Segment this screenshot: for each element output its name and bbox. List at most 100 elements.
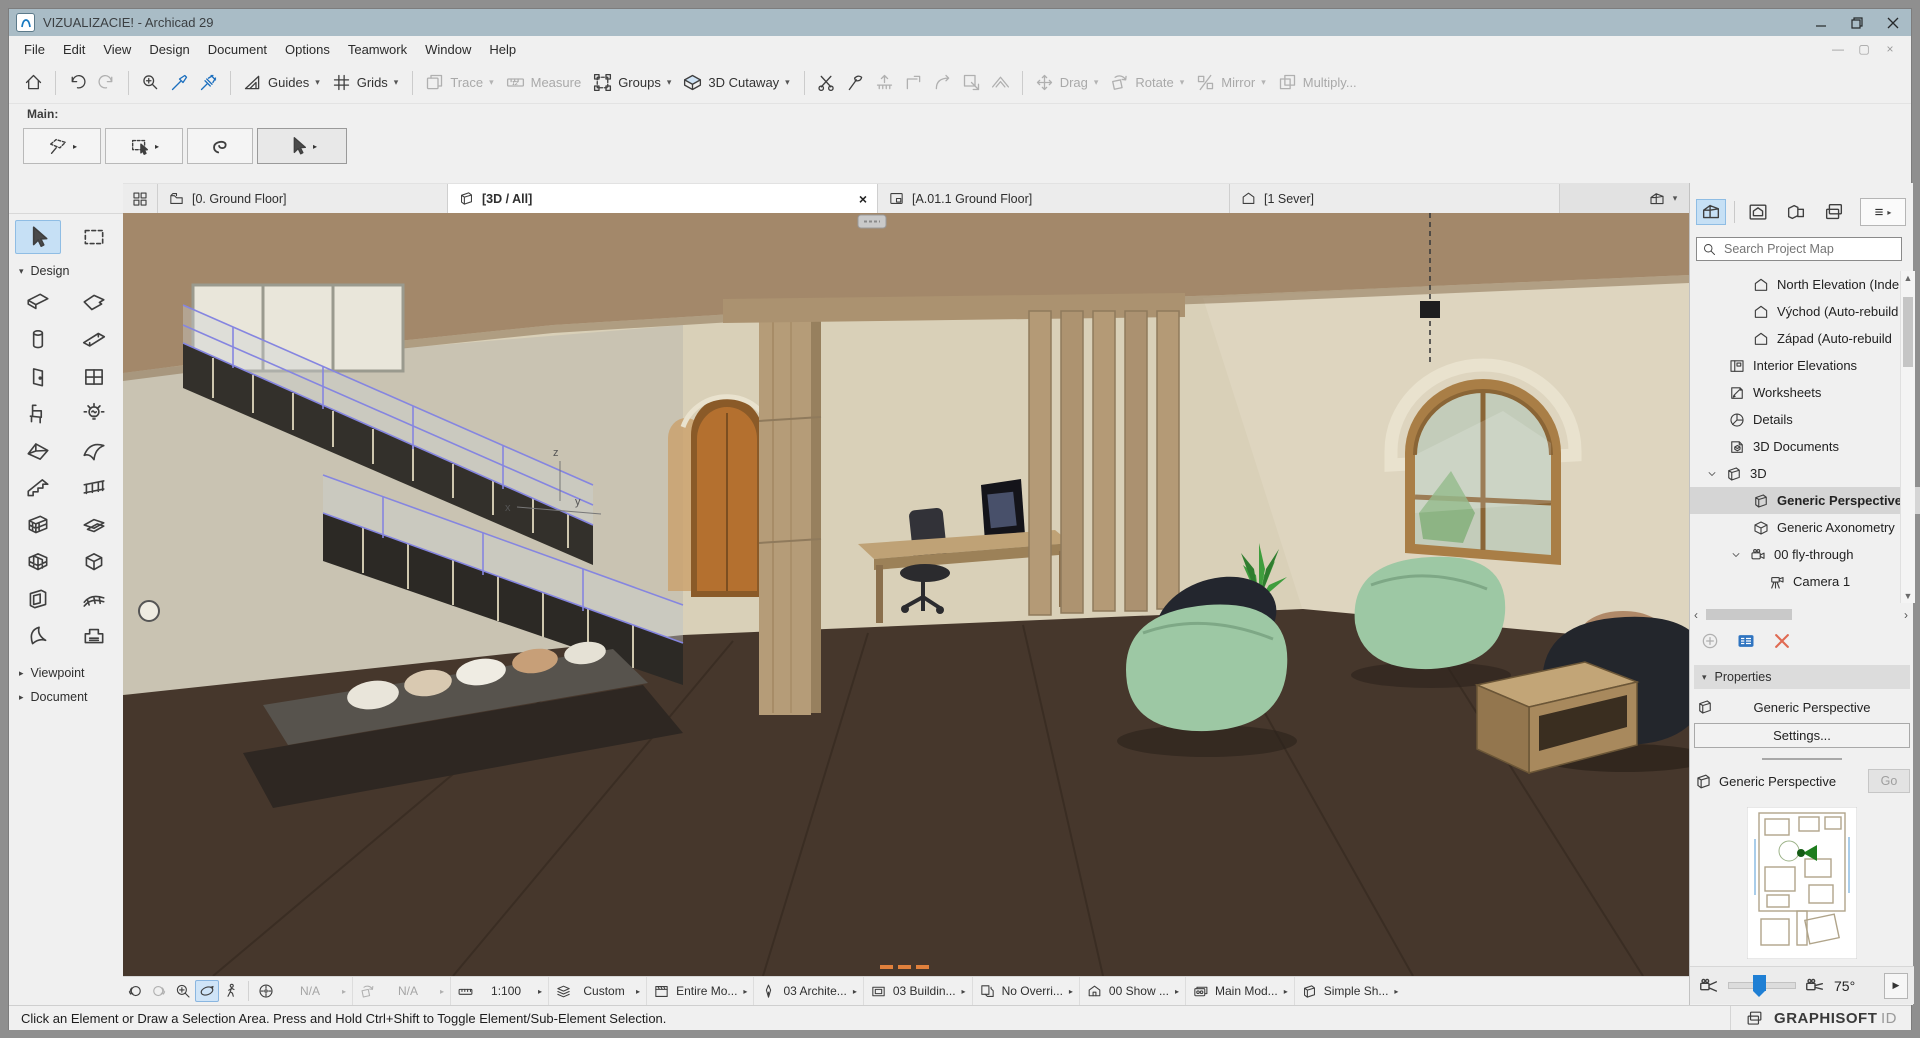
resize-button[interactable] bbox=[957, 69, 986, 96]
floor-plan-preview[interactable] bbox=[1690, 799, 1914, 964]
tree-item-3d[interactable]: 3D bbox=[1690, 460, 1911, 487]
properties-header[interactable]: ▾ Properties bbox=[1694, 665, 1910, 689]
renovation-filter-control[interactable]: 00 Show ... ▸ bbox=[1080, 977, 1186, 1005]
publisher-button[interactable] bbox=[1819, 199, 1849, 225]
inject-parameters-button[interactable] bbox=[194, 69, 223, 96]
lamp-tool[interactable] bbox=[71, 397, 117, 431]
tree-item-camera-1[interactable]: Camera 1 bbox=[1690, 568, 1920, 595]
tree-item-worksheets[interactable]: Worksheets bbox=[1690, 379, 1920, 406]
menu-design[interactable]: Design bbox=[140, 39, 198, 60]
tree-item-generic-perspective[interactable]: Generic Perspective bbox=[1690, 487, 1920, 514]
wall-tool[interactable] bbox=[15, 286, 61, 320]
menu-file[interactable]: File bbox=[15, 39, 54, 60]
trace-button[interactable]: Trace ▾ bbox=[420, 69, 500, 96]
menu-teamwork[interactable]: Teamwork bbox=[339, 39, 416, 60]
model-view-options-control[interactable]: 03 Buildin... ▸ bbox=[864, 977, 973, 1005]
trace-caret-icon[interactable]: ▾ bbox=[489, 77, 494, 88]
tree-item-interior-elevations[interactable]: Interior Elevations bbox=[1690, 352, 1920, 379]
curtain-wall-tool[interactable] bbox=[15, 508, 61, 542]
walk-button[interactable] bbox=[219, 980, 243, 1002]
orbit-button[interactable] bbox=[195, 980, 219, 1002]
tree-item-fly-through[interactable]: 00 fly-through bbox=[1690, 541, 1920, 568]
model-filter-control[interactable]: Main Mod... ▸ bbox=[1186, 977, 1295, 1005]
tab-1-sever[interactable]: [1 Sever] bbox=[1230, 184, 1560, 213]
wide-angle-camera-icon[interactable] bbox=[1698, 975, 1720, 997]
mesh-box-tool[interactable] bbox=[15, 545, 61, 579]
home-button[interactable] bbox=[19, 69, 48, 96]
groups-button[interactable]: Groups ▾ bbox=[588, 69, 678, 96]
mdi-close-icon[interactable]: × bbox=[1877, 42, 1903, 56]
mirror-caret-icon[interactable]: ▾ bbox=[1261, 77, 1266, 88]
tab-close-icon[interactable]: × bbox=[845, 191, 867, 207]
navigator-menu-button[interactable]: ≡ ▸ bbox=[1860, 198, 1906, 226]
scroll-right-icon[interactable]: › bbox=[1904, 608, 1908, 622]
slab-tool[interactable] bbox=[71, 286, 117, 320]
toolbox-section-viewpoint[interactable]: ▸ Viewpoint bbox=[9, 662, 123, 684]
zone-tool[interactable] bbox=[71, 545, 117, 579]
minimize-button[interactable] bbox=[1803, 12, 1839, 33]
roof-tool[interactable] bbox=[15, 434, 61, 468]
mdi-restore-icon[interactable]: ▢ bbox=[1851, 42, 1877, 56]
tab-a011-ground-floor[interactable]: [A.01.1 Ground Floor] bbox=[878, 184, 1230, 213]
tree-item-details[interactable]: Details bbox=[1690, 406, 1920, 433]
multiply-button[interactable]: Multiply... bbox=[1273, 69, 1364, 96]
project-map-search[interactable] bbox=[1696, 237, 1902, 261]
menu-options[interactable]: Options bbox=[276, 39, 339, 60]
groups-caret-icon[interactable]: ▾ bbox=[667, 77, 672, 88]
tree-item-north-elevation[interactable]: North Elevation (Inde bbox=[1690, 271, 1920, 298]
fov-slider[interactable] bbox=[1728, 982, 1796, 989]
restore-button[interactable] bbox=[1839, 12, 1875, 33]
object-tool[interactable] bbox=[15, 397, 61, 431]
menu-window[interactable]: Window bbox=[416, 39, 480, 60]
arrow-tool-button[interactable]: ▸ bbox=[257, 128, 347, 164]
door-tool[interactable] bbox=[15, 360, 61, 394]
undo-button[interactable] bbox=[63, 69, 92, 96]
scrollbar-thumb[interactable] bbox=[1903, 297, 1913, 367]
tab-list-button[interactable]: ▾ bbox=[1639, 184, 1689, 213]
menu-help[interactable]: Help bbox=[480, 39, 525, 60]
toolbox-section-design[interactable]: ▾ Design bbox=[9, 260, 123, 282]
scroll-left-icon[interactable]: ‹ bbox=[1694, 608, 1698, 622]
mesh-tool[interactable] bbox=[71, 582, 117, 616]
view-settings-icon[interactable] bbox=[1736, 631, 1756, 651]
roof-pitch-button[interactable] bbox=[986, 69, 1015, 96]
zoom-in-button[interactable] bbox=[171, 980, 195, 1002]
tree-item-vychod[interactable]: Východ (Auto-rebuild bbox=[1690, 298, 1920, 325]
explore-button[interactable] bbox=[254, 980, 278, 1002]
grids-caret-icon[interactable]: ▾ bbox=[394, 77, 399, 88]
project-map-button[interactable] bbox=[1696, 199, 1726, 225]
tab-ground-floor[interactable]: [0. Ground Floor] bbox=[158, 184, 448, 213]
marquee-polygon-button[interactable]: ▸ bbox=[23, 128, 101, 164]
guides-button[interactable]: Guides ▾ bbox=[238, 69, 327, 96]
pen-set-control[interactable]: 03 Archite... ▸ bbox=[754, 977, 863, 1005]
rotate-caret-icon[interactable]: ▾ bbox=[1180, 77, 1185, 88]
stair-tool[interactable] bbox=[15, 471, 61, 505]
tree-item-zapad[interactable]: Západ (Auto-rebuild bbox=[1690, 325, 1920, 352]
suspend-groups-button[interactable] bbox=[187, 128, 253, 164]
structure-display-control[interactable]: Entire Mo... ▸ bbox=[647, 977, 754, 1005]
3d-style-control[interactable]: Simple Sh... ▸ bbox=[1295, 977, 1405, 1005]
window-tool[interactable] bbox=[71, 360, 117, 394]
next-view-button[interactable] bbox=[147, 980, 171, 1002]
tree-vertical-scrollbar[interactable]: ▲ ▼ bbox=[1900, 271, 1915, 603]
scrollbar-thumb[interactable] bbox=[1706, 609, 1792, 620]
column-tool[interactable] bbox=[15, 323, 61, 357]
drag-button[interactable]: Drag ▾ bbox=[1030, 69, 1106, 96]
drag-caret-icon[interactable]: ▾ bbox=[1094, 77, 1099, 88]
arrow-tool[interactable] bbox=[15, 220, 61, 254]
guides-caret-icon[interactable]: ▾ bbox=[315, 77, 320, 88]
fov-slider-thumb[interactable] bbox=[1753, 975, 1766, 991]
marquee-select-button[interactable]: ▸ bbox=[105, 128, 183, 164]
mdi-minimize-icon[interactable]: — bbox=[1825, 42, 1851, 56]
beam-tool[interactable] bbox=[71, 323, 117, 357]
previous-view-button[interactable] bbox=[123, 980, 147, 1002]
shell-tool[interactable] bbox=[71, 434, 117, 468]
close-button[interactable] bbox=[1875, 12, 1911, 33]
cutaway-caret-icon[interactable]: ▾ bbox=[785, 77, 790, 88]
panel-divider[interactable] bbox=[1762, 758, 1842, 760]
layer-combination-control[interactable]: Custom ▸ bbox=[549, 977, 647, 1005]
scale-control[interactable]: 1:100 ▸ bbox=[451, 977, 549, 1005]
tab-overview-button[interactable] bbox=[123, 184, 158, 213]
elevate-button[interactable] bbox=[870, 69, 899, 96]
graphic-override-control[interactable]: No Overri... ▸ bbox=[973, 977, 1080, 1005]
